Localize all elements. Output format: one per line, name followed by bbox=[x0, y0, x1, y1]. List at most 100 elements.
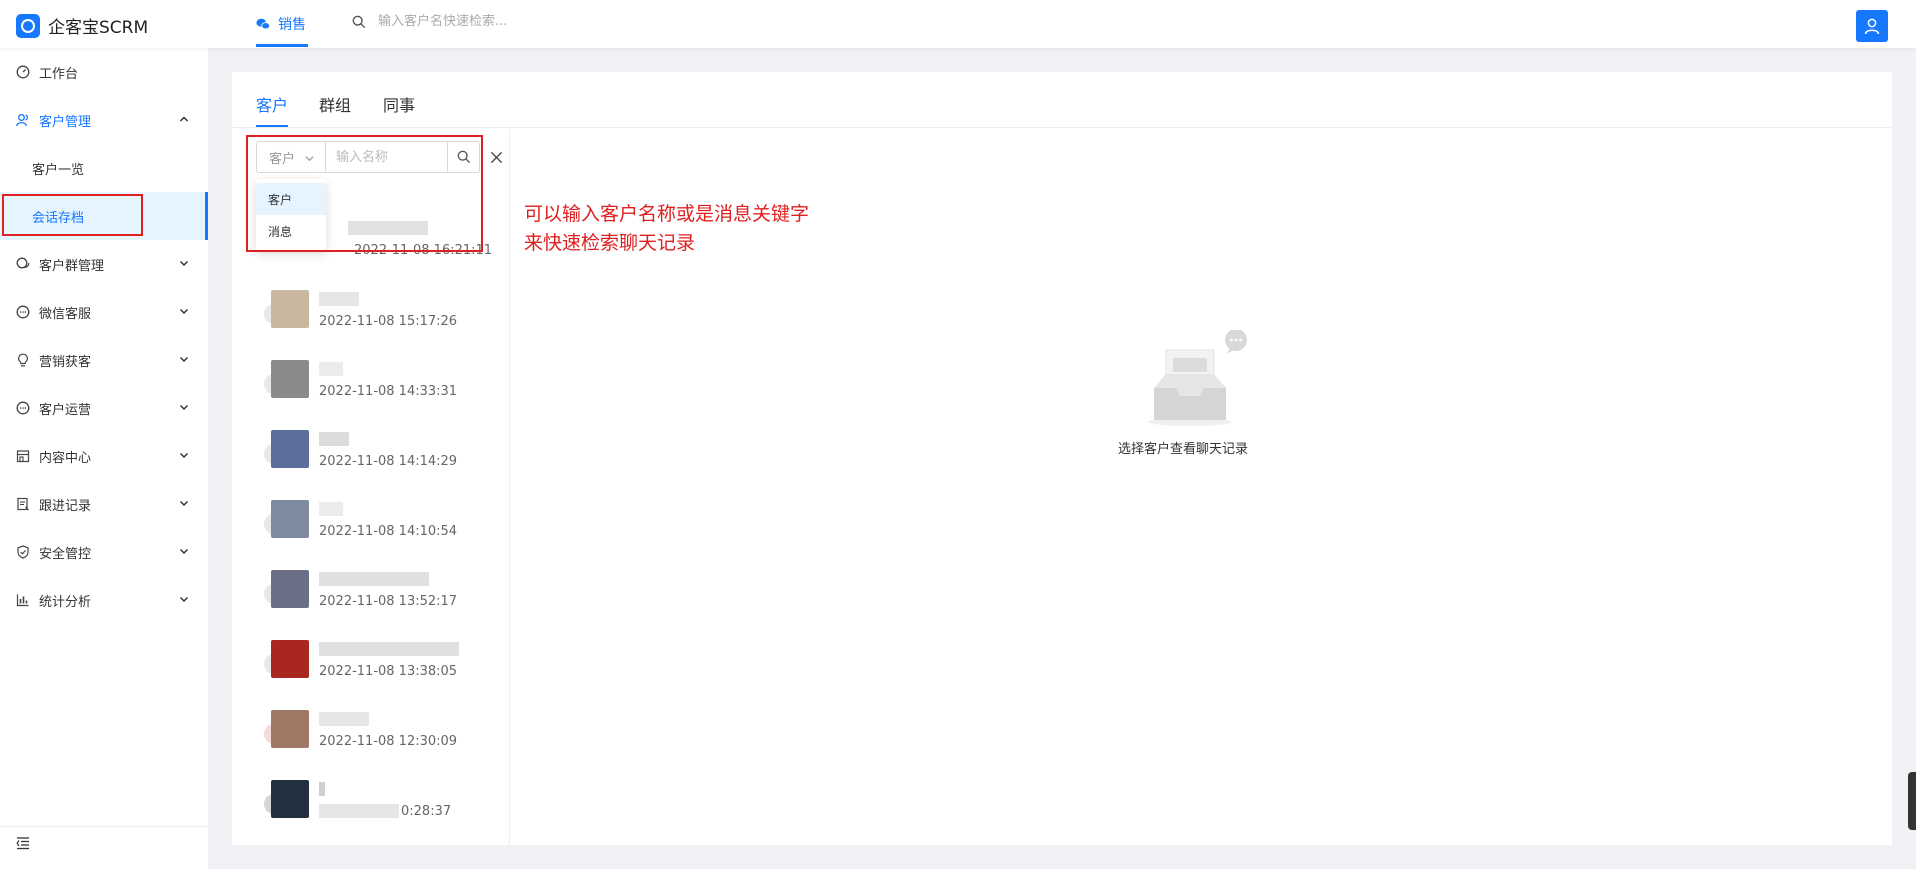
sidebar-item-label: 微信客服 bbox=[39, 306, 92, 322]
empty-inbox-icon bbox=[1148, 329, 1247, 426]
search-icon bbox=[457, 150, 470, 164]
sidebar-item-security[interactable]: 安全管控 bbox=[0, 528, 208, 576]
clear-search-button[interactable] bbox=[488, 149, 504, 165]
dashboard-icon bbox=[15, 64, 31, 80]
sidebar-item-customer-management[interactable]: 客户管理 bbox=[0, 96, 208, 144]
blurred-name bbox=[319, 712, 369, 726]
conversation-item[interactable]: 2022-11-08 12:30:09 bbox=[264, 710, 504, 766]
conversation-time: 2022-11-08 13:52:17 bbox=[319, 594, 458, 609]
user-icon bbox=[1864, 18, 1880, 35]
annotation-line-1: 可以输入客户名称或是消息关键字 bbox=[524, 203, 810, 225]
sidebar-item-label: 统计分析 bbox=[39, 594, 92, 610]
conversation-item[interactable]: 2022-11-08 13:52:17 bbox=[264, 570, 504, 626]
empty-state bbox=[1120, 329, 1260, 434]
conversation-item[interactable]: 2022-11-08 15:17:26 bbox=[264, 290, 504, 346]
tab-customers[interactable]: 客户 bbox=[256, 92, 288, 116]
customer-search-input[interactable] bbox=[378, 14, 698, 29]
blurred-name bbox=[319, 362, 343, 376]
sidebar-item-content-center[interactable]: 内容中心 bbox=[0, 432, 208, 480]
avatar bbox=[271, 290, 309, 328]
empty-state-text: 选择客户查看聊天记录 bbox=[1118, 442, 1249, 457]
avatar bbox=[271, 360, 309, 398]
conversation-time: 2022-11-08 14:14:29 bbox=[319, 454, 458, 469]
lightbulb-icon bbox=[15, 352, 31, 368]
search-type-dropdown: 客户 消息 bbox=[256, 179, 326, 251]
conversation-item[interactable]: 2022-11-08 14:33:31 bbox=[264, 360, 504, 416]
collapse-sidebar-button[interactable] bbox=[16, 836, 30, 854]
chevron-down-icon bbox=[179, 260, 189, 267]
app-logo[interactable]: 企客宝SCRM bbox=[16, 13, 148, 38]
chevron-down-icon bbox=[179, 452, 189, 459]
dropdown-option-customer[interactable]: 客户 bbox=[256, 183, 326, 215]
logo-icon bbox=[16, 13, 40, 38]
conversation-time: 2022-11-08 14:10:54 bbox=[319, 524, 458, 539]
blurred-time-prefix bbox=[319, 804, 399, 818]
avatar bbox=[271, 710, 309, 748]
avatar bbox=[271, 430, 309, 468]
chevron-down-icon bbox=[179, 548, 189, 555]
tab-colleagues[interactable]: 同事 bbox=[383, 92, 415, 116]
shield-icon bbox=[15, 544, 31, 560]
chevron-down-icon bbox=[179, 500, 189, 507]
chevron-down-icon bbox=[305, 156, 314, 162]
sidebar-item-label: 工作台 bbox=[39, 66, 79, 82]
conversation-list-column: 客户 客户 消息 2022-11-08 16:21:11 2022-11-08 … bbox=[232, 129, 510, 845]
chat-dots-icon bbox=[15, 400, 31, 416]
group-chat-icon bbox=[15, 256, 31, 272]
annotation-text: 可以输入客户名称或是消息关键字 来快速检索聊天记录 bbox=[524, 200, 809, 258]
chevron-down-icon bbox=[179, 308, 189, 315]
sidebar-subitem-session-archive[interactable]: 会话存档 bbox=[0, 192, 208, 240]
dropdown-option-message[interactable]: 消息 bbox=[256, 215, 326, 247]
sidebar-item-wechat-service[interactable]: 微信客服 bbox=[0, 288, 208, 336]
conversation-item[interactable]: 2022-11-08 14:14:29 bbox=[264, 430, 504, 486]
sidebar-item-label: 安全管控 bbox=[39, 546, 92, 562]
sidebar-subitem-label: 客户一览 bbox=[32, 162, 85, 178]
chat-dots-icon bbox=[15, 304, 31, 320]
sidebar: 工作台 客户管理 客户一览 会话存档 客户群管理 微信客服 营销获客 客户运营 … bbox=[0, 48, 208, 869]
sidebar-item-marketing[interactable]: 营销获客 bbox=[0, 336, 208, 384]
users-icon bbox=[15, 112, 31, 128]
blurred-name bbox=[319, 642, 459, 656]
sidebar-item-label: 客户群管理 bbox=[39, 258, 105, 274]
blurred-name bbox=[319, 502, 343, 516]
conversation-item[interactable]: 2022-11-08 13:38:05 bbox=[264, 640, 504, 696]
conversation-time: 2022-11-08 14:33:31 bbox=[319, 384, 458, 399]
conversation-time: 2022-11-08 16:21:11 bbox=[354, 243, 493, 258]
search-button[interactable] bbox=[448, 141, 480, 173]
bar-chart-icon bbox=[15, 592, 31, 608]
blurred-name bbox=[319, 292, 359, 306]
record-icon bbox=[15, 496, 31, 512]
sidebar-item-group-management[interactable]: 客户群管理 bbox=[0, 240, 208, 288]
sidebar-item-follow-records[interactable]: 跟进记录 bbox=[0, 480, 208, 528]
top-tab-underline bbox=[256, 44, 308, 47]
collapse-menu-icon bbox=[16, 837, 29, 850]
top-search bbox=[352, 14, 698, 29]
conversation-time: 0:28:37 bbox=[401, 804, 452, 819]
top-tab-sales[interactable]: 销售 bbox=[256, 0, 306, 48]
sidebar-item-customer-operation[interactable]: 客户运营 bbox=[0, 384, 208, 432]
top-tab-sales-label: 销售 bbox=[278, 17, 306, 33]
chevron-down-icon bbox=[179, 596, 189, 603]
conversation-item[interactable]: 0:28:37 bbox=[264, 780, 504, 836]
search-type-select[interactable]: 客户 bbox=[256, 141, 326, 173]
tab-active-underline bbox=[256, 125, 288, 127]
blurred-name bbox=[319, 432, 349, 446]
side-widget-tab[interactable] bbox=[1908, 772, 1916, 830]
avatar bbox=[271, 570, 309, 608]
avatar bbox=[271, 780, 309, 818]
conversation-item[interactable]: 2022-11-08 14:10:54 bbox=[264, 500, 504, 556]
sidebar-item-workbench[interactable]: 工作台 bbox=[0, 48, 208, 96]
name-search-input[interactable] bbox=[326, 141, 448, 173]
chat-type-tabs: 客户 群组 同事 bbox=[232, 72, 1892, 128]
tab-groups[interactable]: 群组 bbox=[319, 92, 351, 116]
user-avatar-button[interactable] bbox=[1856, 10, 1888, 42]
blurred-name bbox=[319, 782, 325, 796]
sidebar-item-label: 跟进记录 bbox=[39, 498, 92, 514]
close-icon bbox=[490, 151, 502, 163]
sidebar-subitem-customer-list[interactable]: 客户一览 bbox=[0, 144, 208, 192]
annotation-line-2: 来快速检索聊天记录 bbox=[524, 232, 696, 254]
sidebar-item-label: 客户管理 bbox=[39, 114, 92, 130]
sidebar-item-statistics[interactable]: 统计分析 bbox=[0, 576, 208, 624]
top-bar: 企客宝SCRM 销售 bbox=[0, 0, 1916, 48]
search-icon bbox=[352, 15, 366, 28]
